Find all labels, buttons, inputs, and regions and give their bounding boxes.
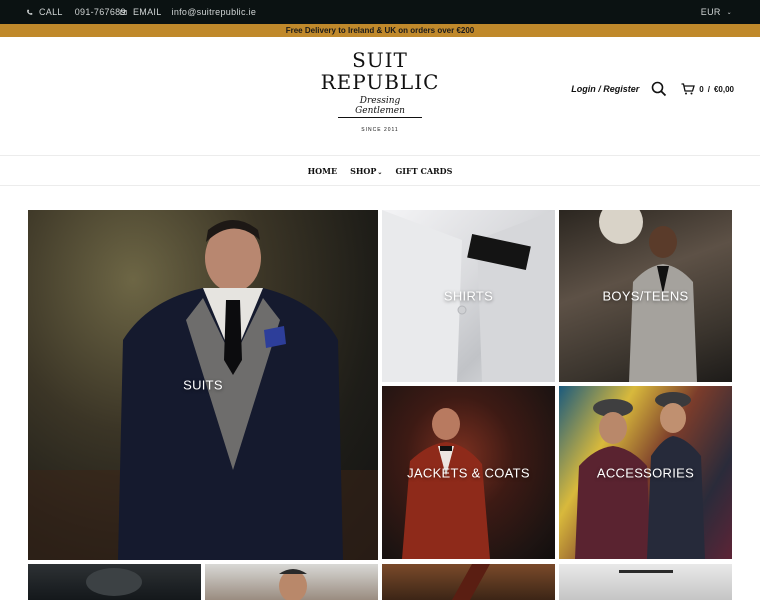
header-actions: Login / Register 0 / €0,00	[571, 81, 734, 97]
tile-label-boys-teens: BOYS/TEENS	[602, 288, 689, 304]
chevron-down-icon: ⌄	[377, 168, 383, 176]
site-header: SUIT REPUBLIC Dressing Gentlemen SINCE 2…	[0, 37, 760, 155]
cart-separator: /	[707, 84, 710, 94]
category-tile-bottom-2[interactable]	[205, 564, 378, 600]
category-tile-boys-teens[interactable]: BOYS/TEENS	[559, 210, 732, 382]
cart-count: 0	[699, 84, 704, 94]
email-contact[interactable]: EMAIL info@suitrepublic.ie	[120, 7, 256, 17]
nav-item-shop-label: SHOP	[350, 165, 377, 176]
tile-label-jackets-coats: JACKETS & COATS	[407, 465, 530, 480]
call-label: CALL	[39, 7, 63, 17]
bottom-photo-1	[86, 568, 142, 596]
category-tile-bottom-4[interactable]	[559, 564, 732, 600]
bottom-photo-4	[619, 570, 673, 573]
tile-label-suits: SUITS	[183, 377, 223, 393]
category-tile-shirts[interactable]: SHIRTS	[382, 210, 555, 382]
phone-icon	[27, 9, 33, 15]
bottom-photo-3	[452, 564, 490, 600]
search-icon[interactable]	[651, 81, 667, 97]
phone-number[interactable]: 091-767689	[75, 7, 126, 17]
promo-text: Free Delivery to Ireland & UK on orders …	[285, 26, 475, 35]
call-contact[interactable]: CALL 091-767689	[26, 7, 126, 17]
nav-item-gift-cards[interactable]: GIFT CARDS	[395, 166, 452, 176]
logo[interactable]: SUIT REPUBLIC Dressing Gentlemen SINCE 2…	[320, 49, 440, 133]
tile-label-accessories: ACCESSORIES	[596, 465, 695, 480]
logo-line2: REPUBLIC	[320, 70, 440, 94]
email-label: EMAIL	[133, 7, 162, 17]
bottom-photo-2	[279, 569, 307, 600]
logo-line1: SUIT	[352, 48, 408, 72]
category-tile-bottom-1[interactable]	[28, 564, 201, 600]
currency-selector[interactable]: EUR ⌄	[701, 7, 732, 17]
main-nav: HOME SHOP⌄ GIFT CARDS	[0, 155, 760, 186]
category-tile-jackets-coats[interactable]: JACKETS & COATS	[382, 386, 555, 559]
login-register-link[interactable]: Login / Register	[571, 84, 639, 94]
tile-label-shirts: SHIRTS	[443, 288, 494, 304]
top-bar: CALL 091-767689 EMAIL info@suitrepublic.…	[0, 0, 760, 24]
category-tile-bottom-3[interactable]	[382, 564, 555, 600]
logo-tagline: Dressing Gentlemen	[338, 96, 422, 118]
category-tile-accessories[interactable]: ACCESSORIES	[559, 386, 732, 559]
currency-value: EUR	[700, 7, 721, 17]
nav-item-shop[interactable]: SHOP⌄	[350, 166, 382, 176]
nav-item-home[interactable]: HOME	[308, 166, 337, 176]
logo-since: SINCE 2011	[361, 127, 399, 133]
cart-total: €0,00	[713, 84, 734, 94]
cart-icon	[681, 83, 696, 95]
cart-button[interactable]: 0 / €0,00	[681, 83, 734, 95]
promo-banner: Free Delivery to Ireland & UK on orders …	[0, 24, 760, 37]
email-address[interactable]: info@suitrepublic.ie	[172, 7, 257, 17]
category-tile-suits[interactable]: SUITS	[28, 210, 378, 560]
chevron-down-icon: ⌄	[726, 9, 732, 16]
mail-icon	[120, 9, 127, 15]
